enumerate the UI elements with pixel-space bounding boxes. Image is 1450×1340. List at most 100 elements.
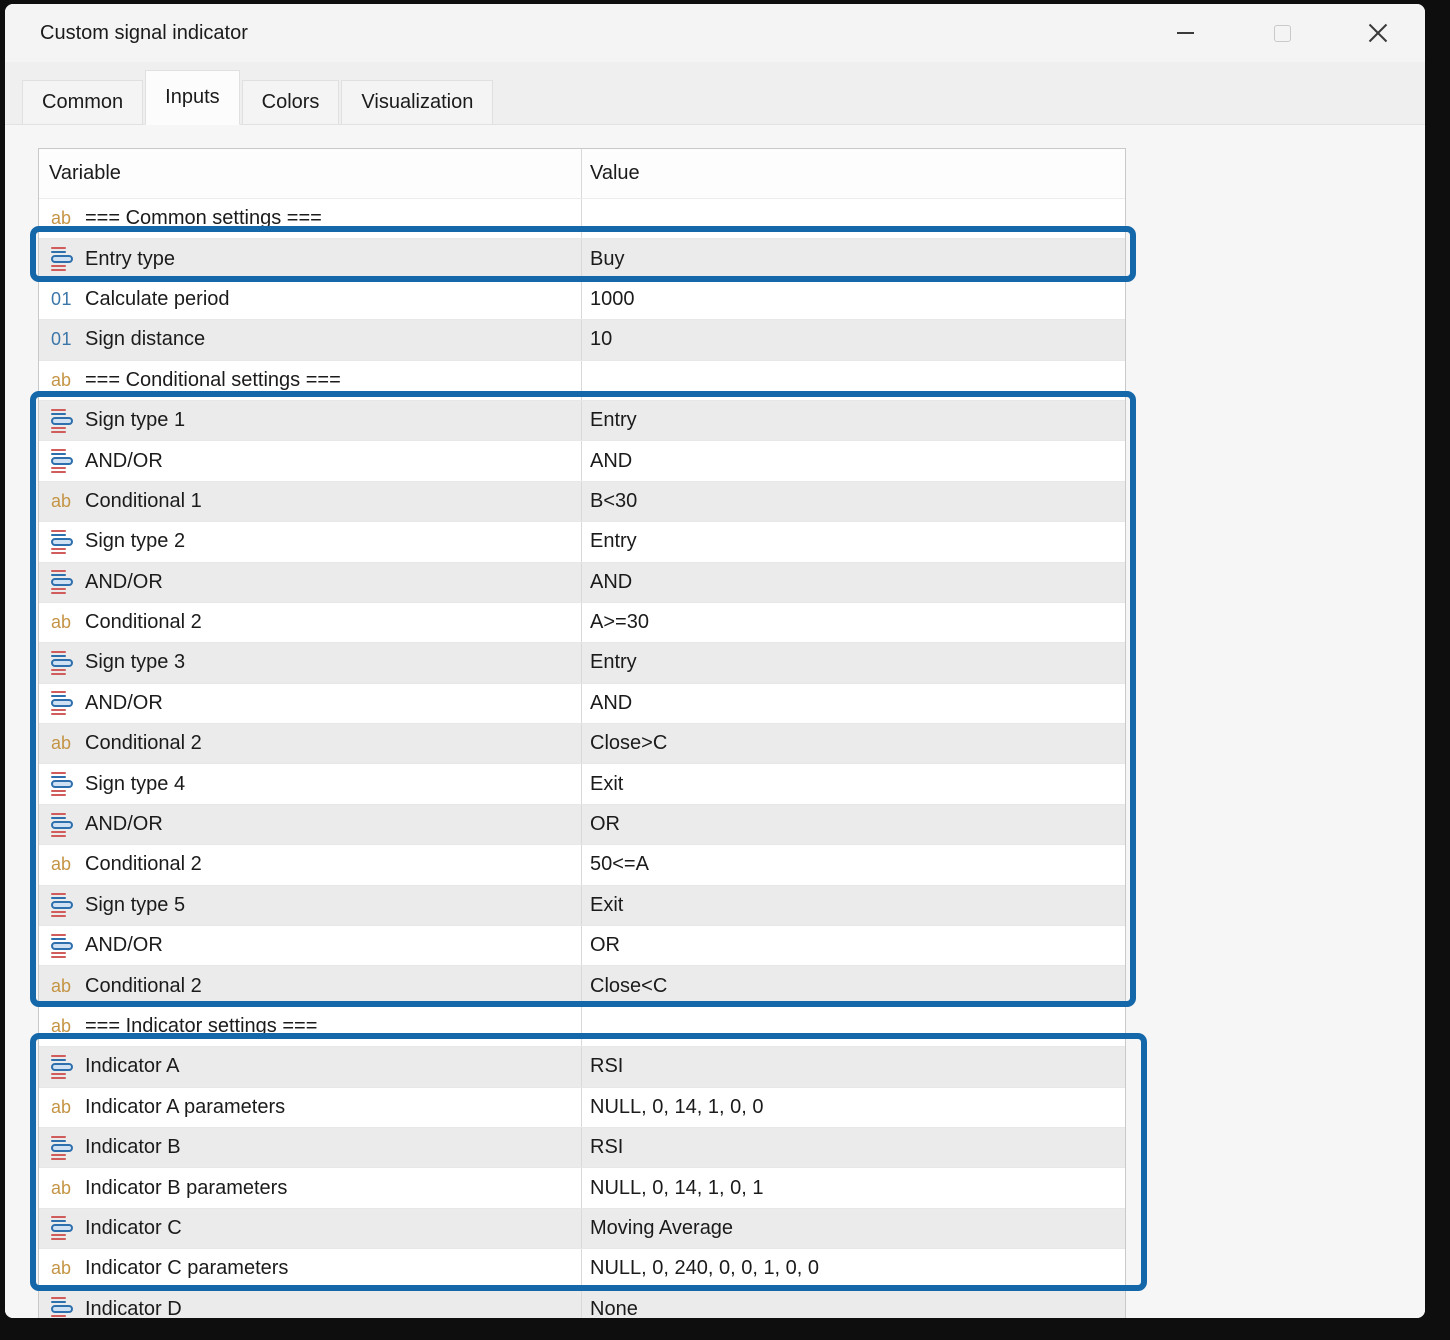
enum-param-icon <box>51 772 77 796</box>
param-value-cell[interactable]: B<30 <box>581 482 1125 521</box>
table-row[interactable]: Indicator A RSI <box>39 1047 1125 1087</box>
param-value-cell[interactable]: OR <box>581 926 1125 965</box>
table-row[interactable]: ab === Indicator settings === <box>39 1007 1125 1047</box>
enum-param-icon <box>51 1297 77 1318</box>
param-name-cell: AND/OR <box>39 441 581 480</box>
table-row[interactable]: AND/OR OR <box>39 805 1125 845</box>
param-value-cell[interactable]: NULL, 0, 14, 1, 0, 0 <box>581 1088 1125 1127</box>
table-row[interactable]: Entry type Buy <box>39 239 1125 279</box>
table-row[interactable]: ab Conditional 2 Close<C <box>39 966 1125 1006</box>
param-value-cell[interactable]: Exit <box>581 886 1125 925</box>
param-value-cell[interactable]: Entry <box>581 643 1125 682</box>
param-value-cell[interactable]: AND <box>581 441 1125 480</box>
table-row[interactable]: Sign type 4 Exit <box>39 764 1125 804</box>
param-name-cell: Indicator C <box>39 1209 581 1248</box>
param-value-cell[interactable]: AND <box>581 563 1125 602</box>
maximize-button[interactable] <box>1259 13 1305 53</box>
table-row[interactable]: Sign type 1 Entry <box>39 401 1125 441</box>
close-icon <box>1367 22 1389 44</box>
table-row[interactable]: Sign type 5 Exit <box>39 886 1125 926</box>
param-value-cell[interactable] <box>581 199 1125 238</box>
tab-visualization[interactable]: Visualization <box>341 80 493 124</box>
param-value-cell[interactable]: AND <box>581 684 1125 723</box>
param-label: AND/OR <box>85 934 163 957</box>
table-row[interactable]: 01 Sign distance 10 <box>39 320 1125 360</box>
param-label: AND/OR <box>85 571 163 594</box>
table-row[interactable]: Sign type 2 Entry <box>39 522 1125 562</box>
table-row[interactable]: ab Conditional 2 A>=30 <box>39 603 1125 643</box>
table-row[interactable]: Indicator B RSI <box>39 1128 1125 1168</box>
param-name-cell: Sign type 4 <box>39 764 581 803</box>
text-param-icon: ab <box>51 1097 77 1118</box>
enum-param-icon <box>51 651 77 675</box>
table-row[interactable]: AND/OR OR <box>39 926 1125 966</box>
param-value-cell[interactable]: Close>C <box>581 724 1125 763</box>
param-name-cell: ab Indicator B parameters <box>39 1168 581 1207</box>
param-name-cell: ab Indicator C parameters <box>39 1249 581 1288</box>
tab-common[interactable]: Common <box>22 80 143 124</box>
param-value-cell[interactable] <box>581 1007 1125 1046</box>
param-label: Conditional 2 <box>85 611 202 634</box>
param-value-cell[interactable]: RSI <box>581 1047 1125 1086</box>
param-value-cell[interactable]: Exit <box>581 764 1125 803</box>
table-row[interactable]: AND/OR AND <box>39 684 1125 724</box>
param-name-cell: 01 Sign distance <box>39 320 581 359</box>
param-value-cell[interactable]: NULL, 0, 14, 1, 0, 1 <box>581 1168 1125 1207</box>
param-value-cell[interactable]: Buy <box>581 239 1125 278</box>
enum-param-icon <box>51 409 77 433</box>
tab-inputs[interactable]: Inputs <box>145 70 239 125</box>
param-label: Conditional 2 <box>85 853 202 876</box>
tab-colors[interactable]: Colors <box>242 80 340 124</box>
param-name-cell: AND/OR <box>39 563 581 602</box>
number-param-icon: 01 <box>51 289 77 310</box>
table-row[interactable]: ab Indicator B parameters NULL, 0, 14, 1… <box>39 1168 1125 1208</box>
param-label: Sign type 2 <box>85 530 185 553</box>
table-row[interactable]: ab Conditional 1 B<30 <box>39 482 1125 522</box>
table-row[interactable]: ab Indicator A parameters NULL, 0, 14, 1… <box>39 1088 1125 1128</box>
minimize-button[interactable] <box>1162 13 1208 53</box>
enum-param-icon <box>51 1136 77 1160</box>
param-label: Sign type 4 <box>85 773 185 796</box>
param-value-cell[interactable]: Close<C <box>581 966 1125 1005</box>
param-name-cell: ab Conditional 2 <box>39 603 581 642</box>
table-row[interactable]: ab Conditional 2 50<=A <box>39 845 1125 885</box>
param-label: AND/OR <box>85 692 163 715</box>
text-param-icon: ab <box>51 1178 77 1199</box>
param-value-cell[interactable] <box>581 361 1125 400</box>
param-value-cell[interactable]: 50<=A <box>581 845 1125 884</box>
table-row[interactable]: ab Indicator C parameters NULL, 0, 240, … <box>39 1249 1125 1289</box>
param-label: Entry type <box>85 248 175 271</box>
param-value-cell[interactable]: Entry <box>581 401 1125 440</box>
table-row[interactable]: Indicator D None <box>39 1290 1125 1318</box>
param-value-cell[interactable]: Entry <box>581 522 1125 561</box>
param-value-cell[interactable]: NULL, 0, 240, 0, 0, 1, 0, 0 <box>581 1249 1125 1288</box>
enum-param-icon <box>51 691 77 715</box>
table-row[interactable]: ab === Conditional settings === <box>39 361 1125 401</box>
enum-param-icon <box>51 570 77 594</box>
param-value-cell[interactable]: OR <box>581 805 1125 844</box>
table-row[interactable]: ab === Common settings === <box>39 199 1125 239</box>
close-button[interactable] <box>1355 13 1401 53</box>
param-label: Conditional 2 <box>85 732 202 755</box>
table-row[interactable]: 01 Calculate period 1000 <box>39 280 1125 320</box>
param-value-cell[interactable]: 1000 <box>581 280 1125 319</box>
param-value-cell[interactable]: 10 <box>581 320 1125 359</box>
table-row[interactable]: Indicator C Moving Average <box>39 1209 1125 1249</box>
param-value-cell[interactable]: Moving Average <box>581 1209 1125 1248</box>
enum-param-icon <box>51 1055 77 1079</box>
param-name-cell: 01 Calculate period <box>39 280 581 319</box>
table-row[interactable]: ab Conditional 2 Close>C <box>39 724 1125 764</box>
param-value-cell[interactable]: A>=30 <box>581 603 1125 642</box>
column-header-variable: Variable <box>39 149 581 198</box>
text-param-icon: ab <box>51 976 77 997</box>
enum-param-icon <box>51 247 77 271</box>
param-name-cell: ab Conditional 2 <box>39 724 581 763</box>
param-label: AND/OR <box>85 813 163 836</box>
text-param-icon: ab <box>51 491 77 512</box>
param-label: AND/OR <box>85 450 163 473</box>
table-row[interactable]: AND/OR AND <box>39 563 1125 603</box>
table-row[interactable]: Sign type 3 Entry <box>39 643 1125 683</box>
param-value-cell[interactable]: None <box>581 1290 1125 1318</box>
table-row[interactable]: AND/OR AND <box>39 441 1125 481</box>
param-value-cell[interactable]: RSI <box>581 1128 1125 1167</box>
